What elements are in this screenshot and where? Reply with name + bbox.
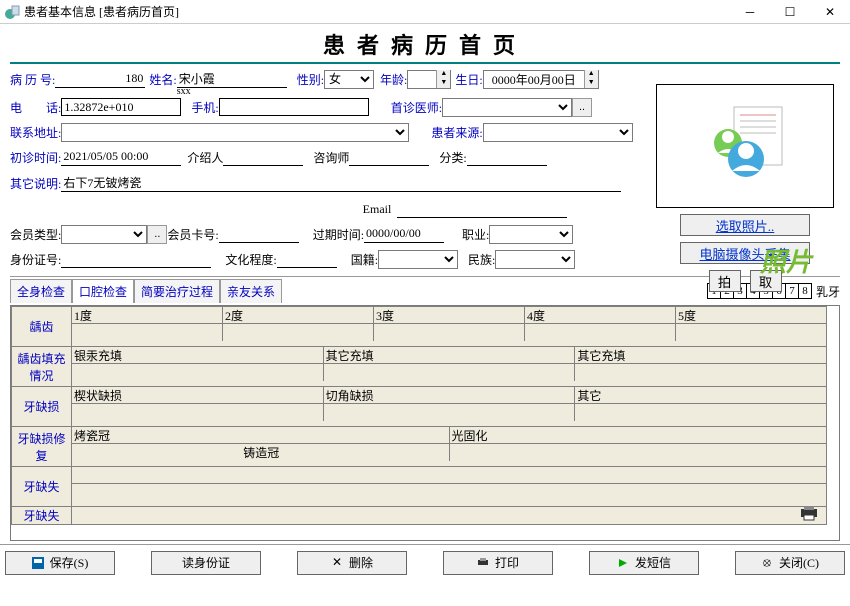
email-label: Email [363, 202, 392, 217]
name-label: 姓名: [149, 71, 176, 88]
tab-treatment[interactable]: 简要治疗过程 [134, 279, 220, 303]
source-select[interactable] [483, 123, 633, 142]
page-title: 患者病历首页 [10, 28, 840, 64]
save-icon [32, 557, 44, 569]
app-icon [4, 4, 20, 20]
address-label: 联系地址: [10, 124, 61, 141]
age-spinner[interactable]: ▲▼ [407, 70, 451, 89]
oral-exam-grid[interactable]: 龋齿 1度2度3度4度5度 龋齿填充情况 银汞充填其它充填其它充填 牙缺损 楔状… [10, 305, 840, 541]
consultant-label: 咨询师 [313, 149, 349, 166]
record-no-input[interactable] [55, 70, 145, 88]
photo-placeholder-icon [700, 101, 790, 191]
tab-relatives[interactable]: 亲友关系 [220, 279, 282, 303]
gender-select[interactable]: 女 [324, 70, 374, 89]
row-filling: 龋齿填充情况 [12, 347, 72, 387]
education-input[interactable] [277, 250, 337, 268]
close-form-button[interactable]: ⦻关闭(C) [735, 551, 845, 575]
close-icon: ⦻ [761, 557, 773, 569]
delete-icon: ✕ [331, 557, 343, 569]
select-photo-button[interactable]: 选取照片.. [680, 214, 810, 236]
card-no-input[interactable] [219, 225, 299, 243]
mobile-label: 手机: [191, 99, 218, 116]
referrer-label: 介绍人 [187, 149, 223, 166]
expire-input[interactable] [364, 225, 444, 243]
name-pinyin: sxx [177, 86, 191, 97]
name-input[interactable] [177, 70, 287, 88]
card-no-label: 会员卡号: [167, 226, 218, 243]
category-input[interactable] [467, 148, 547, 166]
save-button[interactable]: 保存(S) [5, 551, 115, 575]
printer-icon[interactable] [799, 505, 819, 525]
occupation-label: 职业: [462, 226, 489, 243]
bottom-toolbar: 保存(S) 读身份证 ✕删除 打印 发短信 ⦻关闭(C) [0, 544, 850, 580]
gender-label: 性别: [297, 71, 324, 88]
notes-input[interactable] [61, 174, 621, 192]
sms-button[interactable]: 发短信 [589, 551, 699, 575]
shoot-button[interactable]: 拍 [709, 270, 741, 292]
consultant-input[interactable] [349, 148, 429, 166]
nationality-select[interactable] [378, 250, 458, 269]
window-title: 患者基本信息 [患者病历首页] [24, 3, 730, 20]
source-label: 患者来源: [431, 124, 482, 141]
phone-input[interactable] [61, 98, 181, 116]
window-titlebar: 患者基本信息 [患者病历首页] ─ ☐ ✕ [0, 0, 850, 24]
category-label: 分类: [439, 149, 466, 166]
member-type-label: 会员类型: [10, 226, 61, 243]
row-defect: 牙缺损 [12, 387, 72, 427]
play-icon [617, 557, 629, 569]
mobile-input[interactable] [219, 98, 369, 116]
referrer-input[interactable] [223, 148, 303, 166]
education-label: 文化程度: [225, 251, 276, 268]
email-input[interactable] [397, 200, 567, 218]
tab-full-exam[interactable]: 全身检查 [10, 279, 72, 303]
maximize-button[interactable]: ☐ [770, 0, 810, 23]
birth-date-input[interactable]: ▲▼ [483, 70, 599, 89]
photo-frame[interactable]: 照片 [656, 84, 834, 208]
member-lookup-button[interactable]: .. [147, 225, 167, 244]
idcard-label: 身份证号: [10, 251, 61, 268]
notes-label: 其它说明: [10, 175, 61, 192]
print-button[interactable]: 打印 [443, 551, 553, 575]
close-button[interactable]: ✕ [810, 0, 850, 23]
delete-button[interactable]: ✕删除 [297, 551, 407, 575]
print-icon [477, 557, 489, 569]
record-no-label: 病 历 号: [10, 71, 55, 88]
first-visit-label: 初诊时间: [10, 149, 61, 166]
phone-label: 电 话: [10, 99, 61, 116]
row-caries: 龋齿 [12, 307, 72, 347]
row-repair: 牙缺损修 复 [12, 427, 72, 467]
tab-oral-exam[interactable]: 口腔检查 [72, 279, 134, 303]
age-label: 年龄: [380, 71, 407, 88]
read-id-button[interactable]: 读身份证 [151, 551, 261, 575]
photo-label: 照片 [760, 242, 812, 279]
birth-label: 生日: [455, 71, 482, 88]
photo-panel: 照片 选取照片.. 电脑摄像头采集 拍 取 [656, 84, 834, 292]
row-missing2: 牙缺失 [12, 507, 72, 525]
ethnicity-select[interactable] [495, 250, 575, 269]
minimize-button[interactable]: ─ [730, 0, 770, 23]
nationality-label: 国籍: [351, 251, 378, 268]
expire-label: 过期时间: [313, 226, 364, 243]
doctor-lookup-button[interactable]: .. [572, 98, 592, 117]
member-type-select[interactable] [61, 225, 147, 244]
ethnicity-label: 民族: [468, 251, 495, 268]
occupation-select[interactable] [489, 225, 573, 244]
first-doctor-select[interactable] [442, 98, 572, 117]
row-missing: 牙缺失 [12, 467, 72, 507]
idcard-input[interactable] [61, 250, 211, 268]
address-select[interactable] [61, 123, 409, 142]
first-doctor-label: 首诊医师: [391, 99, 442, 116]
first-visit-input[interactable] [61, 148, 181, 166]
